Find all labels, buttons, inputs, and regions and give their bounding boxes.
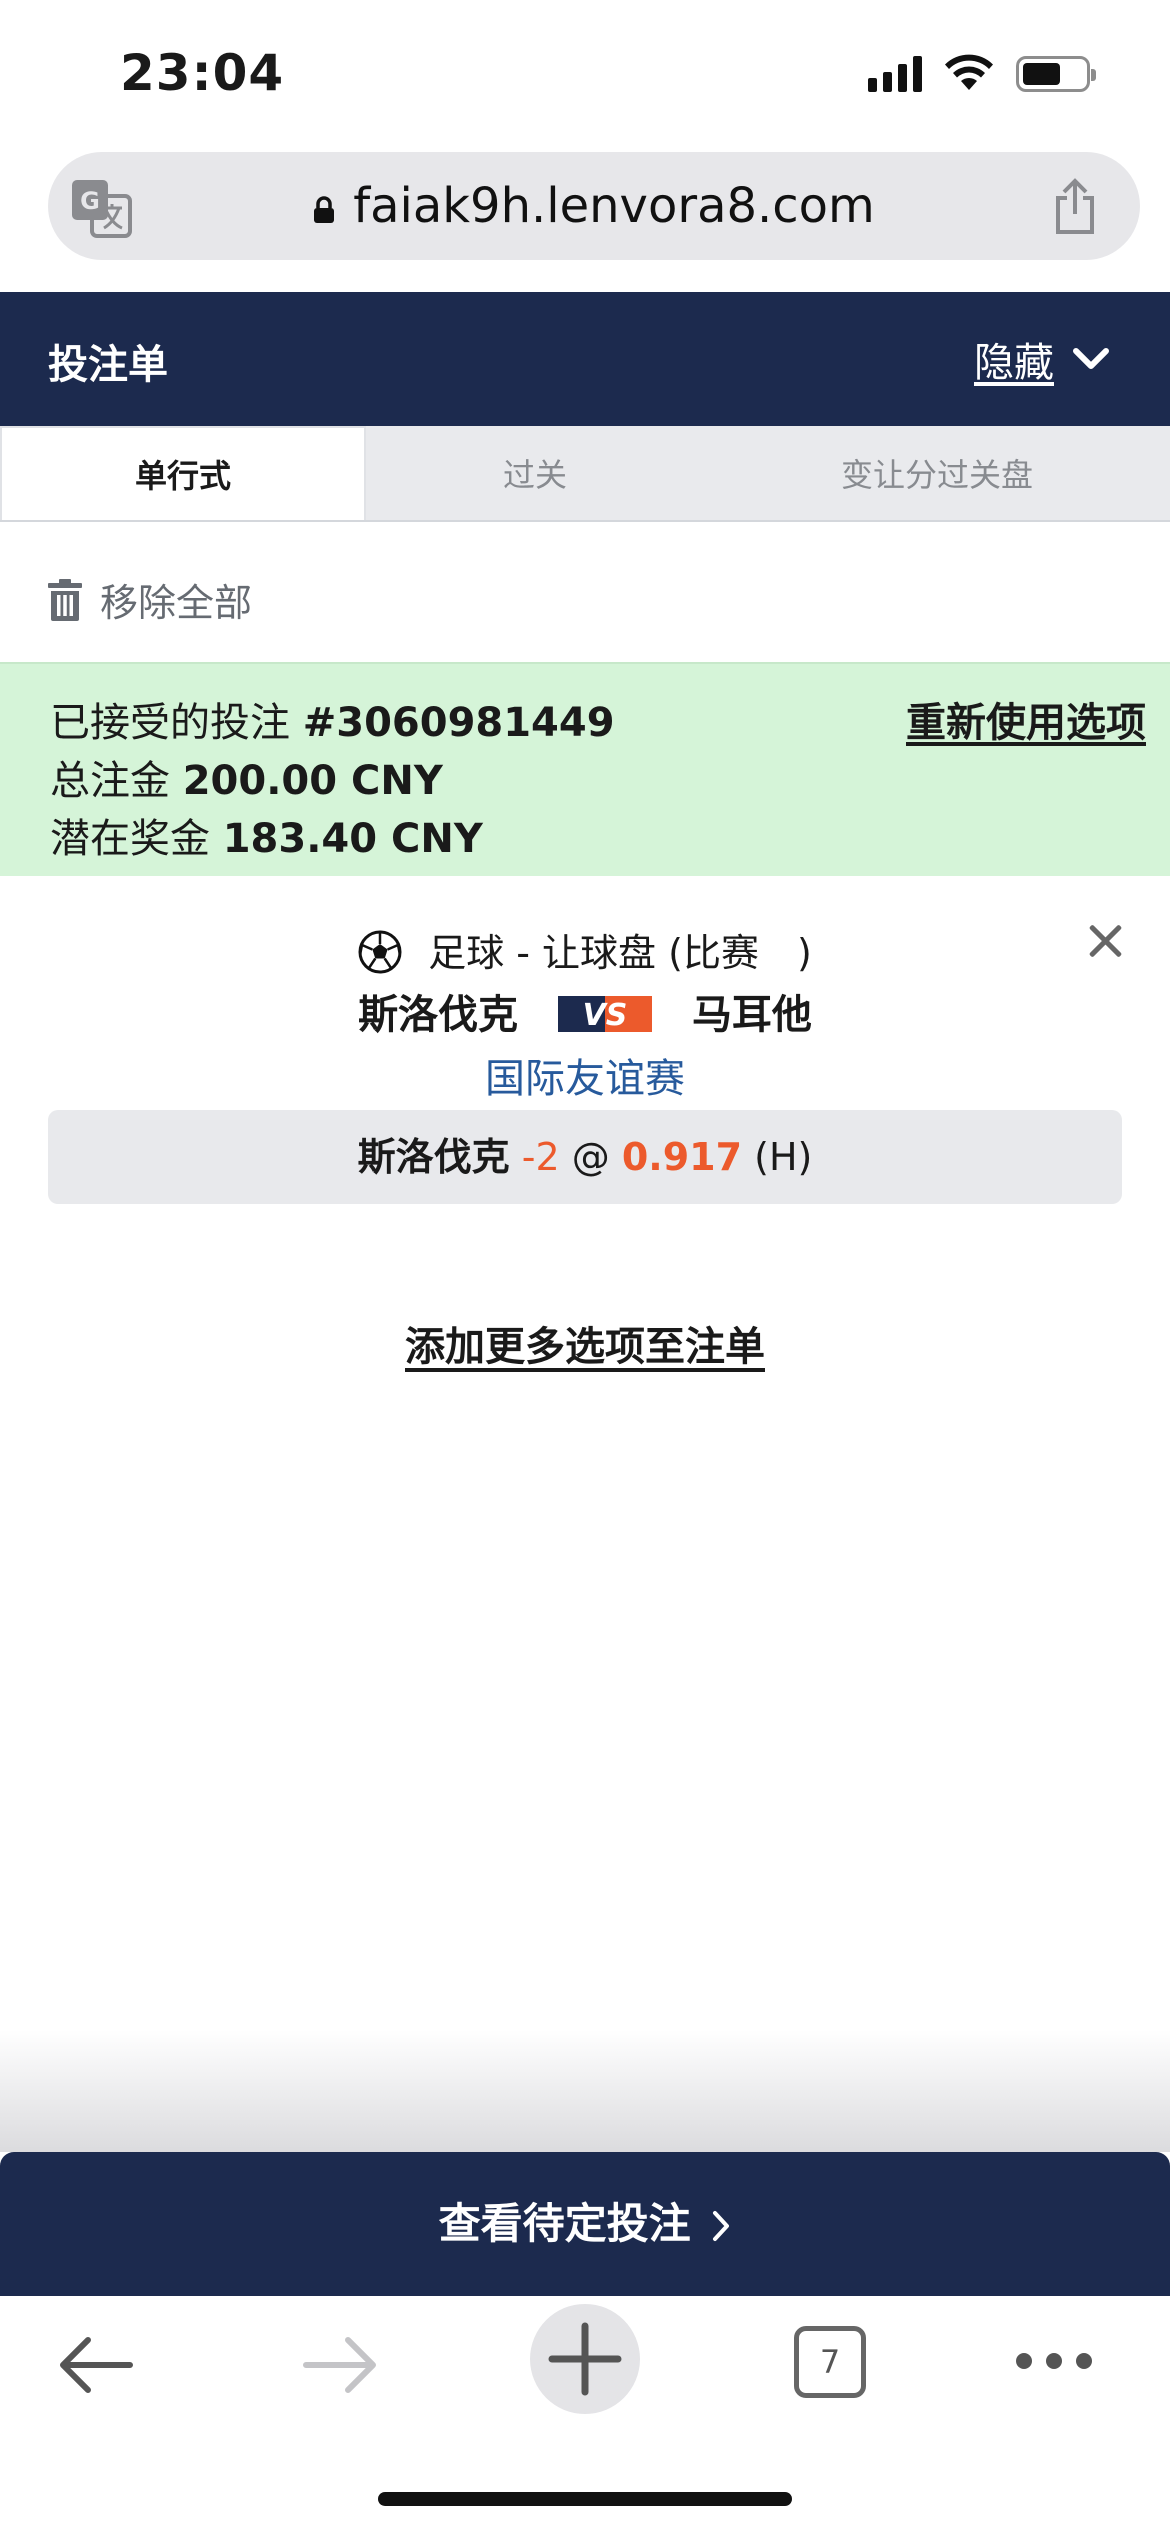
betslip-tabs: 单行式 过关 变让分过关盘 bbox=[0, 426, 1170, 522]
lock-icon bbox=[314, 196, 335, 223]
wifi-icon bbox=[945, 54, 993, 90]
tab-teaser[interactable]: 变让分过关盘 bbox=[704, 426, 1170, 520]
remove-all-button[interactable]: 移除全部 bbox=[48, 572, 252, 627]
tab-single[interactable]: 单行式 bbox=[0, 426, 366, 520]
selection-side: (H) bbox=[754, 1135, 813, 1179]
cellular-signal-icon bbox=[868, 54, 922, 92]
reuse-selections-link[interactable]: 重新使用选项 bbox=[906, 690, 1146, 748]
remove-all-label: 移除全部 bbox=[100, 581, 253, 625]
selection-team: 斯洛伐克 bbox=[357, 1135, 510, 1179]
chevron-right-icon bbox=[713, 2211, 730, 2241]
total-stake-line: 总注金 200.00 CNY bbox=[50, 748, 443, 806]
betslip-title: 投注单 bbox=[48, 342, 168, 388]
vs-text: VS bbox=[583, 998, 628, 1032]
battery-icon bbox=[1016, 56, 1096, 92]
accepted-label: 已接受的投注 bbox=[50, 700, 290, 746]
market-text: 足球 - 让球盘 (比赛 ) bbox=[428, 931, 812, 975]
match-teams: 斯洛伐克 VS 马耳他 bbox=[0, 982, 1170, 1040]
vs-badge: VS bbox=[558, 996, 652, 1032]
tabs-count-button[interactable]: 7 bbox=[794, 2326, 866, 2398]
status-time: 23:04 bbox=[120, 44, 285, 102]
plus-icon bbox=[548, 2322, 622, 2396]
add-more-selections-link[interactable]: 添加更多选项至注单 bbox=[0, 1314, 1170, 1372]
potential-win-line: 潜在奖金 183.40 CNY bbox=[50, 806, 483, 864]
more-options-icon[interactable] bbox=[1012, 2346, 1096, 2376]
accepted-bet-line: 已接受的投注 #3060981449 bbox=[50, 690, 615, 748]
hide-label: 隐藏 bbox=[974, 340, 1054, 386]
away-team: 马耳他 bbox=[691, 992, 812, 1038]
betslip-header: 投注单 隐藏 bbox=[0, 292, 1170, 426]
handicap-value: -2 bbox=[521, 1135, 560, 1179]
url-text: faiak9h.lenvora8.com bbox=[353, 178, 875, 234]
home-indicator bbox=[378, 2492, 792, 2506]
status-bar: 23:04 bbox=[0, 0, 1170, 150]
selection-box: 斯洛伐克 -2 @ 0.917 (H) bbox=[48, 1110, 1122, 1204]
bottom-fade bbox=[0, 2030, 1170, 2152]
stake-value: 200.00 CNY bbox=[182, 758, 443, 804]
stake-label: 总注金 bbox=[50, 758, 170, 804]
close-icon[interactable] bbox=[1084, 920, 1126, 962]
accepted-bet-panel: 已接受的投注 #3060981449 重新使用选项 总注金 200.00 CNY… bbox=[0, 662, 1170, 876]
trash-icon bbox=[48, 578, 82, 621]
tab-parlay[interactable]: 过关 bbox=[366, 426, 704, 520]
at-symbol: @ bbox=[571, 1135, 610, 1179]
status-icons bbox=[868, 54, 1096, 92]
hide-betslip-button[interactable]: 隐藏 bbox=[974, 330, 1110, 388]
url-display[interactable]: faiak9h.lenvora8.com bbox=[48, 178, 1140, 234]
view-pending-bets-button[interactable]: 查看待定投注 bbox=[0, 2152, 1170, 2296]
potential-win-value: 183.40 CNY bbox=[222, 816, 483, 862]
potential-win-label: 潜在奖金 bbox=[50, 816, 210, 862]
pending-label: 查看待定投注 bbox=[438, 2199, 691, 2248]
league-name[interactable]: 国际友谊赛 bbox=[0, 1046, 1170, 1104]
forward-arrow-icon[interactable] bbox=[300, 2332, 380, 2398]
chevron-down-icon bbox=[1073, 348, 1109, 369]
bet-id: #3060981449 bbox=[302, 700, 615, 746]
bet-card: 足球 - 让球盘 (比赛 ) 斯洛伐克 VS 马耳他 国际友谊赛 斯洛伐克 -2… bbox=[0, 876, 1170, 1216]
soccer-ball-icon bbox=[358, 930, 402, 974]
home-team: 斯洛伐克 bbox=[358, 992, 519, 1038]
address-bar[interactable]: G faiak9h.lenvora8.com bbox=[48, 152, 1140, 260]
back-arrow-icon[interactable] bbox=[56, 2332, 136, 2398]
odds-value: 0.917 bbox=[621, 1135, 743, 1179]
share-icon[interactable] bbox=[1050, 178, 1100, 236]
new-tab-button[interactable] bbox=[530, 2304, 640, 2414]
market-line: 足球 - 让球盘 (比赛 ) bbox=[0, 922, 1170, 977]
